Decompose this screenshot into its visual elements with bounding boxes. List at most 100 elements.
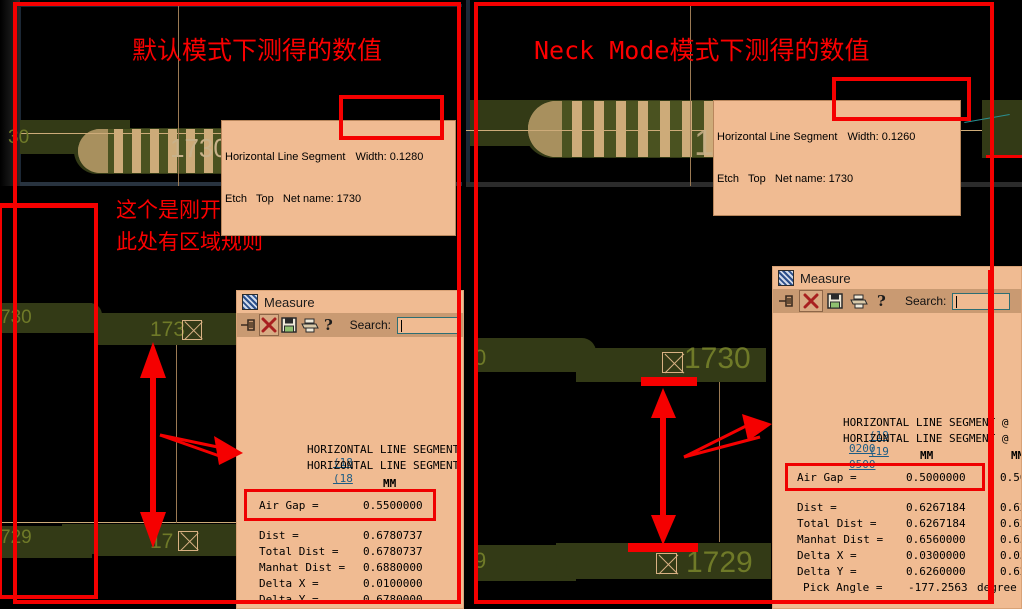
left-measure-label-dist: Dist = [259,529,299,542]
left-measure-value-delta-y: 0.6780000 [363,593,423,606]
left-tooltip-layer: Etch Top Net name: 1730 [225,193,362,205]
right-search-input[interactable] [952,292,1011,310]
save-icon[interactable] [279,314,299,336]
screenshot-root: 30 1730 730 173 729 17 1730 [0,0,1022,609]
right-measure-value2-dist: 0.62 [1000,501,1021,514]
right-netlabel-1729: 1729 [686,546,753,579]
right-window-edge-left [466,0,470,186]
left-result-row-2-text: HORIZONTAL LINE SEGMENT @ [306,459,464,472]
left-search-group[interactable]: Search: [349,316,461,334]
right-search-label: Search: [905,294,947,308]
right-netlabel-1730: 1730 [684,342,751,375]
right-netlabel-row-top-left: 0 [474,345,487,370]
pin-icon[interactable] [239,314,259,336]
left-dialog-body: HORIZONTAL LINE SEGMENT @ (18 HORIZONTAL… [237,337,464,608]
right-measure-value-manhat-dist: 0.6560000 [906,533,966,546]
left-netlabel-row-bottom-left: 729 [0,527,32,548]
left-tooltip-width: Width: 0.1280 [355,151,424,163]
svg-text:?: ? [877,293,886,309]
right-dialog-body: HORIZONTAL LINE SEGMENT @ (19 0200 HORIZ… [773,313,1021,608]
left-airgap-label: Air Gap = [259,499,319,512]
left-via-bottom [178,531,198,551]
left-measure-dialog[interactable]: Measure ? Search: HORIZONTAL LINE SEGMEN… [236,290,464,609]
right-measure-label-dist: Dist = [797,501,837,514]
left-title-annotation: 默认模式下测得的数值 [132,36,383,65]
right-measure-value2-manhat-dist: 0.65 [1000,533,1021,546]
left-dialog-toolbar[interactable]: ? Search: [237,313,463,337]
right-result-row-2-link[interactable]: (19 [869,445,889,458]
close-icon[interactable] [259,314,280,336]
left-search-input[interactable] [397,316,461,334]
right-dialog-toolbar[interactable]: ? Search: [773,289,1021,313]
left-window-gradient [0,0,20,188]
help-icon[interactable]: ? [871,290,895,312]
right-trace-far-right [982,100,1022,158]
right-airgap-value-2: 0.50 [1000,471,1021,484]
left-measure-value-dist: 0.6780737 [363,529,423,542]
left-window-edge-top [18,4,462,7]
left-measure-label-total-dist: Total Dist = [259,545,339,558]
left-search-label: Search: [349,318,391,332]
right-measure-unit-pick-angle: degree [977,581,1017,594]
right-search-group[interactable]: Search: [905,292,1011,310]
left-element-tooltip: Horizontal Line Segment Width: 0.1280 Et… [221,120,456,236]
svg-text:?: ? [324,317,333,333]
right-measure-label-manhat-dist: Manhat Dist = [797,533,884,546]
right-via-top [662,352,683,373]
right-measure-value-dist: 0.6267184 [906,501,966,514]
right-crosshair-vertical-top [690,6,691,186]
right-measure-dialog[interactable]: Measure ? Search: HORIZONTAL LINE SEGMEN… [772,266,1022,609]
close-icon[interactable] [799,290,823,312]
print-icon[interactable] [300,314,320,336]
pin-icon[interactable] [775,290,799,312]
right-tooltip-width: Width: 0.1260 [847,131,916,143]
left-via-top [182,320,202,340]
left-crosshair-vertical-bottom [176,345,177,523]
right-airgap-value: 0.5000000 [906,471,966,484]
right-measure-value-pick-angle: -177.2563 [908,581,968,594]
left-measure-label-manhat-dist: Manhat Dist = [259,561,346,574]
save-icon[interactable] [823,290,847,312]
right-unit-header: MM [920,449,934,462]
right-result-row-2-text: HORIZONTAL LINE SEGMENT @ [842,432,1009,445]
right-tooltip-layer: Etch Top Net name: 1730 [717,173,854,185]
left-netlabel-row-top-left: 730 [0,307,32,328]
left-ratline-bottom [0,522,240,523]
app-icon [778,270,794,286]
left-result-row-2-link[interactable]: (18 [333,472,353,485]
help-icon[interactable]: ? [320,314,340,336]
right-element-tooltip: Horizontal Line Segment Width: 0.1260 Et… [713,100,961,216]
left-tooltip-type: Horizontal Line Segment [225,151,346,163]
right-title-annotation: Neck Mode模式下测得的数值 [534,36,870,65]
left-netlabel-row-top: 173 [150,318,186,341]
right-measure-value-delta-x: 0.0300000 [906,549,966,562]
right-netlabel-row-bottom-left: 9 [474,548,487,573]
left-netlabel-edge: 30 [8,127,30,148]
right-crosshair-vertical-bottom [719,382,720,542]
right-tooltip-type: Horizontal Line Segment [717,131,838,143]
right-measure-value2-delta-y: 0.62 [1000,565,1021,578]
right-dialog-title: Measure [800,270,851,286]
left-dialog-title: Measure [264,294,315,310]
right-dialog-titlebar[interactable]: Measure [773,267,1021,289]
left-measure-label-delta-x: Delta X = [259,577,319,590]
right-measure-label-delta-y: Delta Y = [797,565,857,578]
left-airgap-value: 0.5500000 [363,499,423,512]
left-measure-value-delta-x: 0.0100000 [363,577,423,590]
left-netlabel-top-trace: 1730 [170,133,228,163]
right-measure-label-delta-x: Delta X = [797,549,857,562]
right-unit-header-2: MM [1011,449,1021,462]
left-measure-value-manhat-dist: 0.6880000 [363,561,423,574]
print-icon[interactable] [847,290,871,312]
left-dialog-titlebar[interactable]: Measure [237,291,463,313]
right-airgap-label: Air Gap = [797,471,857,484]
right-measure-value2-delta-x: 0.03 [1000,549,1021,562]
right-measure-label-total-dist: Total Dist = [797,517,877,530]
right-measure-value2-total-dist: 0.62 [1000,517,1021,530]
right-measure-label-pick-angle: Pick Angle = [803,581,883,594]
left-measure-value-total-dist: 0.6780737 [363,545,423,558]
left-netlabel-row-bottom: 17 [150,530,174,553]
left-measure-label-delta-y: Delta Y = [259,593,319,606]
right-measure-value-total-dist: 0.6267184 [906,517,966,530]
right-via-bottom [656,553,677,574]
